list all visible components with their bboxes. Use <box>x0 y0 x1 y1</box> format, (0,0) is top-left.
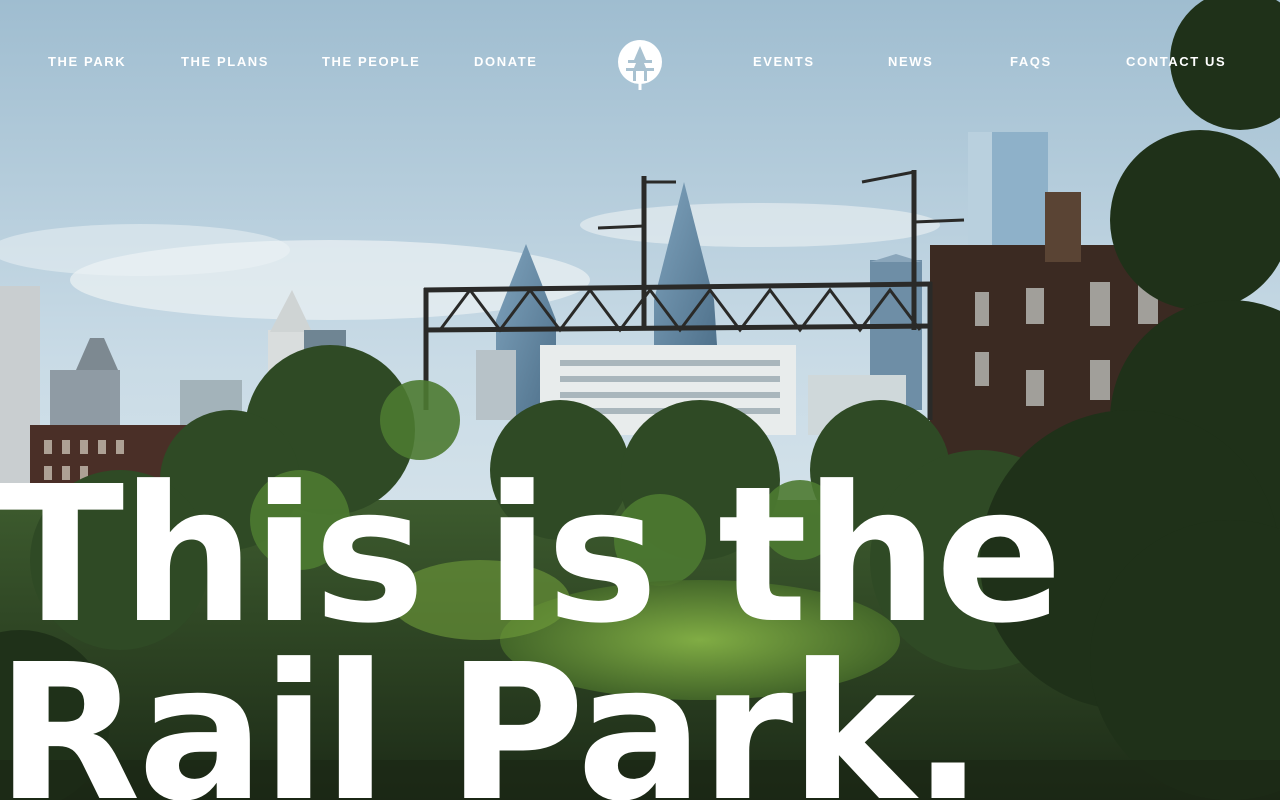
main-navigation: THE PARK THE PLANS THE PEOPLE DONATE EVE… <box>0 0 1280 124</box>
hero-headline: This is the Rail Park. <box>0 462 1280 800</box>
nav-link-events[interactable]: EVENTS <box>753 54 815 69</box>
nav-link-news[interactable]: NEWS <box>888 54 933 69</box>
nav-link-contact-us[interactable]: CONTACT US <box>1126 54 1226 69</box>
nav-link-donate[interactable]: DONATE <box>474 54 538 69</box>
nav-link-the-plans[interactable]: THE PLANS <box>181 54 269 69</box>
hero-headline-line-2: Rail Park. <box>0 624 984 800</box>
nav-link-the-people[interactable]: THE PEOPLE <box>322 54 420 69</box>
hero-headline-line-1: This is the <box>0 462 1063 665</box>
rail-park-logo-icon[interactable] <box>616 38 664 92</box>
nav-link-faqs[interactable]: FAQS <box>1010 54 1052 69</box>
nav-link-the-park[interactable]: THE PARK <box>48 54 126 69</box>
